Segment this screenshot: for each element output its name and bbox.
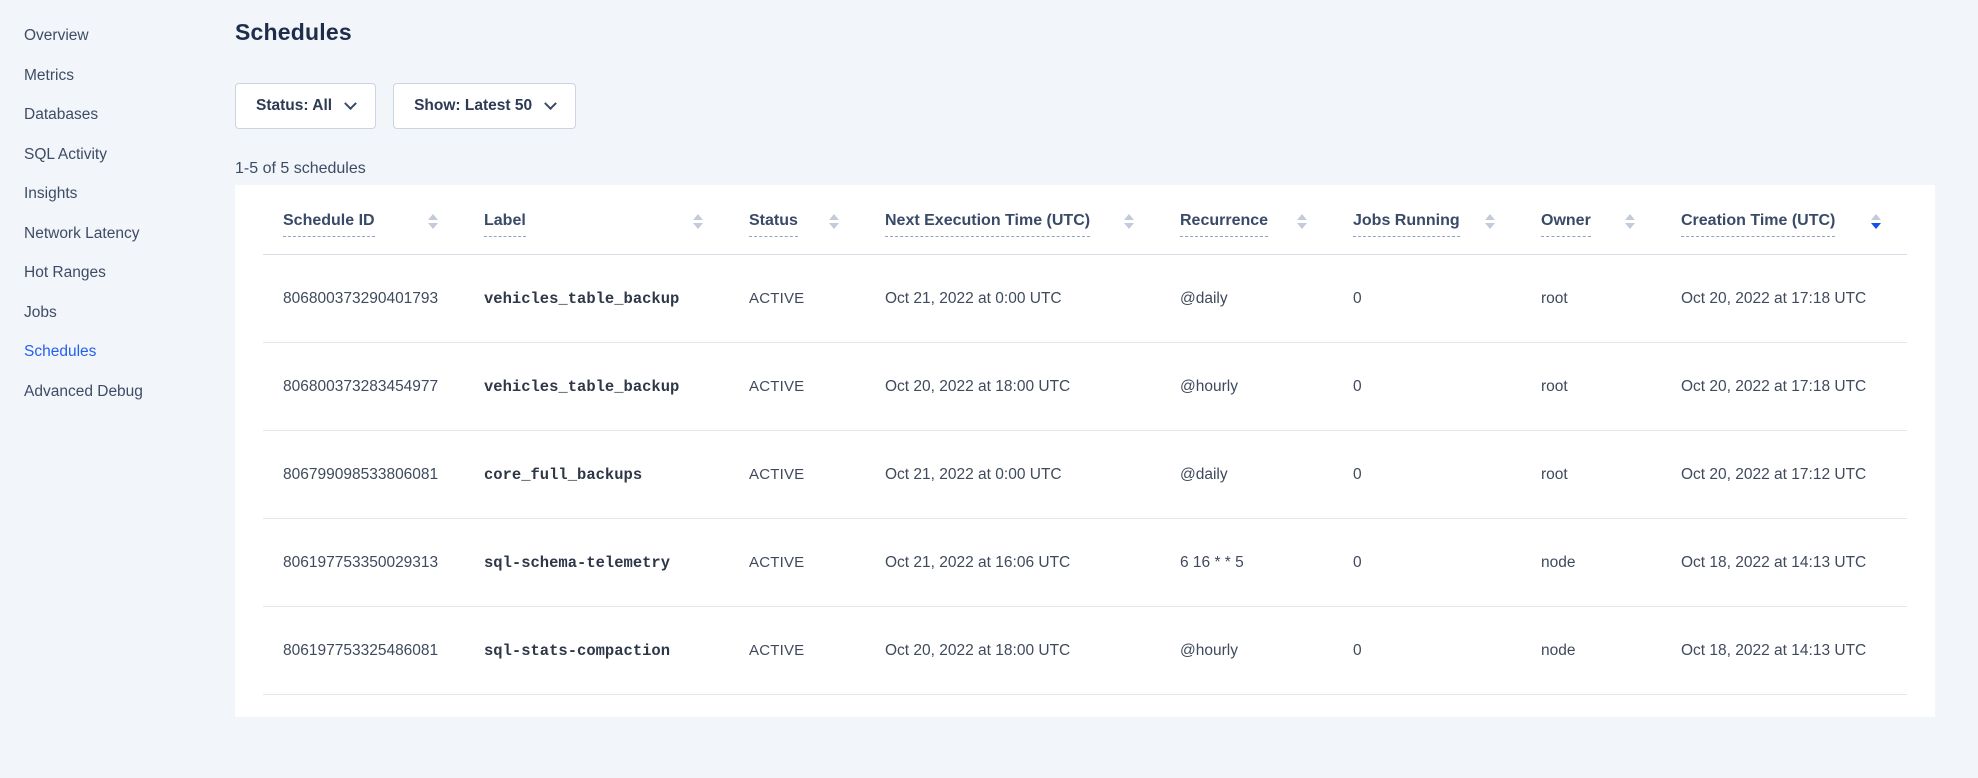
show-filter-label: Show: Latest 50 xyxy=(414,97,532,115)
results-count: 1-5 of 5 schedules xyxy=(235,160,366,178)
column-header-recurrence[interactable]: Recurrence xyxy=(1160,185,1333,254)
cell-schedule-id: 806197753325486081 xyxy=(263,642,464,660)
sort-icon xyxy=(1297,214,1307,229)
column-header-jobs-running[interactable]: Jobs Running xyxy=(1333,185,1521,254)
status-filter-label: Status: All xyxy=(256,97,332,115)
table-row: 806197753350029313 sql-schema-telemetry … xyxy=(263,519,1907,607)
cell-label: sql-stats-compaction xyxy=(464,642,729,660)
column-header-schedule-id[interactable]: Schedule ID xyxy=(263,185,464,254)
cell-next-execution: Oct 20, 2022 at 18:00 UTC xyxy=(865,378,1160,396)
sidebar-item-overview[interactable]: Overview xyxy=(0,16,235,56)
cell-recurrence: @daily xyxy=(1160,290,1333,308)
cell-jobs-running: 0 xyxy=(1333,378,1521,396)
sidebar-item-schedules[interactable]: Schedules xyxy=(0,332,235,372)
sort-icon xyxy=(1485,214,1495,229)
cell-status: ACTIVE xyxy=(729,466,865,483)
column-header-label: Status xyxy=(749,212,798,237)
column-header-label[interactable]: Label xyxy=(464,185,729,254)
column-header-label: Owner xyxy=(1541,212,1591,237)
cell-status: ACTIVE xyxy=(729,290,865,307)
sort-icon xyxy=(428,214,438,229)
cell-jobs-running: 0 xyxy=(1333,642,1521,660)
sidebar-item-insights[interactable]: Insights xyxy=(0,174,235,214)
column-header-label: Label xyxy=(484,212,526,237)
cell-creation-time: Oct 18, 2022 at 14:13 UTC xyxy=(1661,554,1907,572)
table-row: 806197753325486081 sql-stats-compaction … xyxy=(263,607,1907,695)
sort-icon xyxy=(1124,214,1134,229)
column-header-owner[interactable]: Owner xyxy=(1521,185,1661,254)
sidebar-item-advanced-debug[interactable]: Advanced Debug xyxy=(0,372,235,412)
page-title: Schedules xyxy=(235,19,352,46)
chevron-down-icon xyxy=(544,97,557,110)
filters-bar: Status: All Show: Latest 50 xyxy=(235,83,576,129)
sort-desc-active-icon xyxy=(1871,214,1881,229)
column-header-label: Schedule ID xyxy=(283,212,375,237)
cell-creation-time: Oct 20, 2022 at 17:12 UTC xyxy=(1661,466,1907,484)
column-header-status[interactable]: Status xyxy=(729,185,865,254)
sort-icon xyxy=(829,214,839,229)
show-filter-dropdown[interactable]: Show: Latest 50 xyxy=(393,83,576,129)
cell-status: ACTIVE xyxy=(729,642,865,659)
cell-owner: root xyxy=(1521,290,1661,308)
cell-creation-time: Oct 20, 2022 at 17:18 UTC xyxy=(1661,290,1907,308)
sidebar-item-network-latency[interactable]: Network Latency xyxy=(0,214,235,254)
cell-owner: node xyxy=(1521,554,1661,572)
cell-jobs-running: 0 xyxy=(1333,290,1521,308)
table-row: 806799098533806081 core_full_backups ACT… xyxy=(263,431,1907,519)
cell-owner: node xyxy=(1521,642,1661,660)
sidebar-item-jobs[interactable]: Jobs xyxy=(0,293,235,333)
cell-status: ACTIVE xyxy=(729,378,865,395)
sidebar-item-metrics[interactable]: Metrics xyxy=(0,56,235,96)
cell-schedule-id: 806197753350029313 xyxy=(263,554,464,572)
cell-next-execution: Oct 21, 2022 at 0:00 UTC xyxy=(865,466,1160,484)
table-row: 806800373283454977 vehicles_table_backup… xyxy=(263,343,1907,431)
sort-icon xyxy=(693,214,703,229)
sidebar: Overview Metrics Databases SQL Activity … xyxy=(0,0,235,778)
column-header-label: Recurrence xyxy=(1180,212,1268,237)
column-header-label: Next Execution Time (UTC) xyxy=(885,212,1090,237)
cell-next-execution: Oct 20, 2022 at 18:00 UTC xyxy=(865,642,1160,660)
cell-owner: root xyxy=(1521,378,1661,396)
column-header-label: Jobs Running xyxy=(1353,212,1460,237)
sidebar-item-databases[interactable]: Databases xyxy=(0,95,235,135)
status-filter-dropdown[interactable]: Status: All xyxy=(235,83,376,129)
cell-schedule-id: 806799098533806081 xyxy=(263,466,464,484)
schedules-table-panel: Schedule ID Label Status Next Execution … xyxy=(235,185,1935,717)
cell-status: ACTIVE xyxy=(729,554,865,571)
cell-recurrence: @hourly xyxy=(1160,642,1333,660)
cell-jobs-running: 0 xyxy=(1333,554,1521,572)
column-header-creation-time[interactable]: Creation Time (UTC) xyxy=(1661,185,1907,254)
cell-schedule-id: 806800373283454977 xyxy=(263,378,464,396)
sidebar-item-hot-ranges[interactable]: Hot Ranges xyxy=(0,253,235,293)
cell-label: sql-schema-telemetry xyxy=(464,554,729,572)
cell-creation-time: Oct 18, 2022 at 14:13 UTC xyxy=(1661,642,1907,660)
column-header-next-execution-time[interactable]: Next Execution Time (UTC) xyxy=(865,185,1160,254)
cell-recurrence: 6 16 * * 5 xyxy=(1160,554,1333,572)
sidebar-item-sql-activity[interactable]: SQL Activity xyxy=(0,135,235,175)
table-header-row: Schedule ID Label Status Next Execution … xyxy=(263,185,1907,255)
cell-next-execution: Oct 21, 2022 at 16:06 UTC xyxy=(865,554,1160,572)
column-header-label: Creation Time (UTC) xyxy=(1681,212,1835,237)
sort-icon xyxy=(1625,214,1635,229)
cell-label: vehicles_table_backup xyxy=(464,290,729,308)
cell-jobs-running: 0 xyxy=(1333,466,1521,484)
cell-recurrence: @hourly xyxy=(1160,378,1333,396)
cell-recurrence: @daily xyxy=(1160,466,1333,484)
cell-next-execution: Oct 21, 2022 at 0:00 UTC xyxy=(865,290,1160,308)
cell-schedule-id: 806800373290401793 xyxy=(263,290,464,308)
table-row: 806800373290401793 vehicles_table_backup… xyxy=(263,255,1907,343)
cell-label: core_full_backups xyxy=(464,466,729,484)
cell-label: vehicles_table_backup xyxy=(464,378,729,396)
cell-owner: root xyxy=(1521,466,1661,484)
main-content: Schedules Status: All Show: Latest 50 1-… xyxy=(235,0,1978,778)
chevron-down-icon xyxy=(344,97,357,110)
cell-creation-time: Oct 20, 2022 at 17:18 UTC xyxy=(1661,378,1907,396)
